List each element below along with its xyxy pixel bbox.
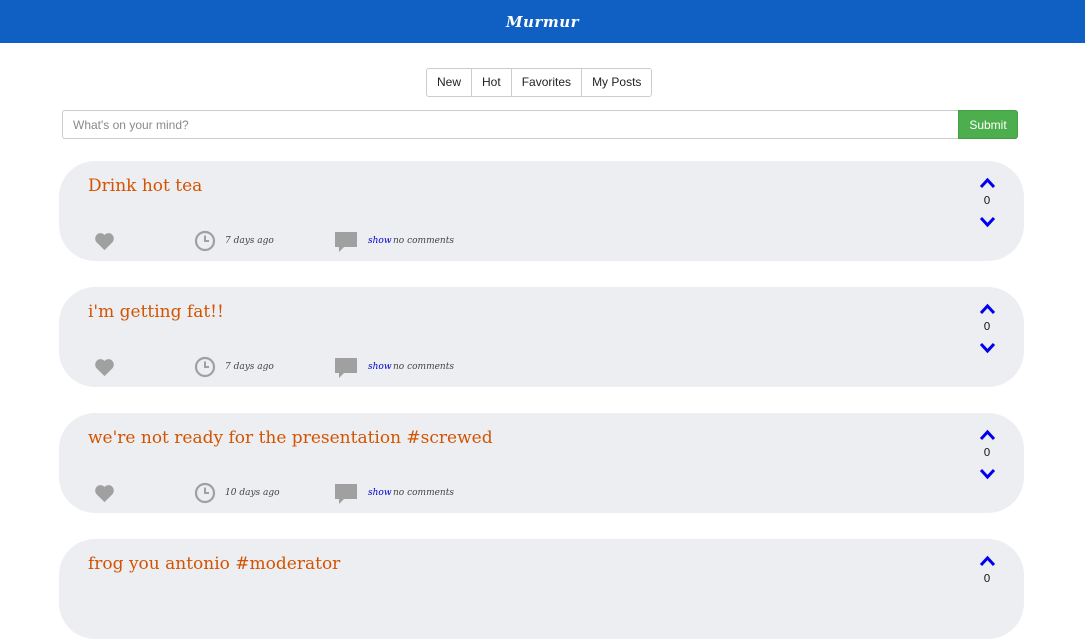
- post-text: i'm getting fat!!: [88, 302, 224, 322]
- chevron-up-icon[interactable]: [979, 303, 996, 315]
- comment-count: no comments: [393, 362, 454, 372]
- post-text: we're not ready for the presentation #sc…: [88, 428, 493, 448]
- tab-favorites[interactable]: Favorites: [512, 69, 583, 96]
- post-card: frog you antonio #moderator 0: [59, 539, 1024, 639]
- tab-new[interactable]: New: [427, 69, 473, 96]
- post-card: i'm getting fat!! 7 days ago show no com…: [59, 287, 1024, 387]
- comment-icon: [335, 484, 357, 504]
- post-card: we're not ready for the presentation #sc…: [59, 413, 1024, 513]
- vote-count: 0: [983, 446, 991, 459]
- feed-tabs: New Hot Favorites My Posts: [426, 68, 653, 97]
- comment-count: no comments: [393, 236, 454, 246]
- post-text: frog you antonio #moderator: [88, 554, 341, 574]
- heart-icon[interactable]: [94, 484, 115, 503]
- comment-icon: [335, 232, 357, 252]
- clock-icon: [194, 356, 216, 378]
- vote-count: 0: [983, 320, 991, 333]
- heart-icon[interactable]: [94, 358, 115, 377]
- post-timestamp: 7 days ago: [225, 236, 274, 246]
- chevron-down-icon[interactable]: [979, 468, 996, 480]
- clock-icon: [194, 230, 216, 252]
- post-card: Drink hot tea 7 days ago show no comment…: [59, 161, 1024, 261]
- chevron-up-icon[interactable]: [979, 177, 996, 189]
- navbar: Murmur: [0, 0, 1085, 43]
- brand-logo[interactable]: Murmur: [506, 13, 579, 31]
- chevron-down-icon[interactable]: [979, 216, 996, 228]
- chevron-down-icon[interactable]: [979, 342, 996, 354]
- heart-icon[interactable]: [94, 232, 115, 251]
- show-comments-link[interactable]: show: [368, 362, 392, 372]
- vote-count: 0: [983, 194, 991, 207]
- show-comments-link[interactable]: show: [368, 236, 392, 246]
- tab-my-posts[interactable]: My Posts: [582, 69, 651, 96]
- post-text: Drink hot tea: [88, 176, 203, 196]
- comment-icon: [335, 358, 357, 378]
- show-comments-link[interactable]: show: [368, 488, 392, 498]
- post-input[interactable]: [62, 110, 958, 139]
- clock-icon: [194, 482, 216, 504]
- chevron-up-icon[interactable]: [979, 555, 996, 567]
- post-timestamp: 7 days ago: [225, 362, 274, 372]
- vote-count: 0: [983, 572, 991, 585]
- comment-count: no comments: [393, 488, 454, 498]
- tab-hot[interactable]: Hot: [472, 69, 512, 96]
- post-composer: Submit: [62, 110, 1018, 139]
- submit-button[interactable]: Submit: [958, 110, 1018, 139]
- chevron-up-icon[interactable]: [979, 429, 996, 441]
- post-timestamp: 10 days ago: [225, 488, 280, 498]
